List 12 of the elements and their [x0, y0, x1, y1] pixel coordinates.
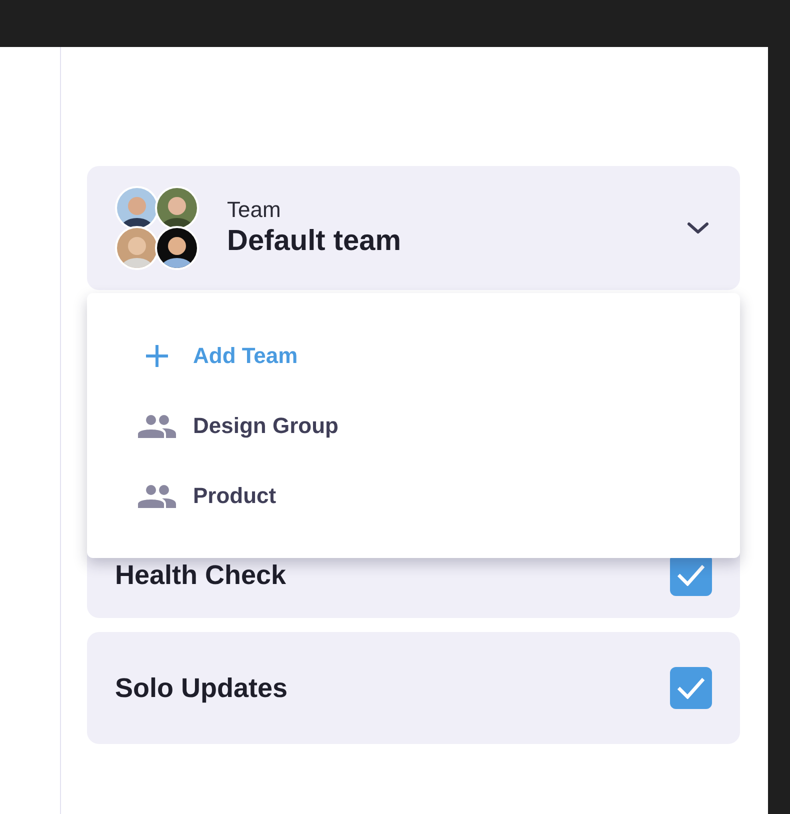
check-icon	[677, 564, 705, 586]
checkbox[interactable]	[670, 667, 712, 709]
team-selector[interactable]: Team Default team	[87, 166, 740, 290]
people-icon	[137, 484, 177, 508]
check-icon	[677, 677, 705, 699]
menu-item[interactable]: Product	[193, 483, 276, 509]
menu-item[interactable]: Design Group	[193, 413, 338, 439]
setting-label: Health Check	[115, 560, 286, 590]
team-name: Default team	[227, 224, 402, 259]
setting-label: Solo Updates	[115, 672, 288, 704]
people-icon	[137, 414, 177, 438]
team-label: Team	[227, 197, 282, 223]
